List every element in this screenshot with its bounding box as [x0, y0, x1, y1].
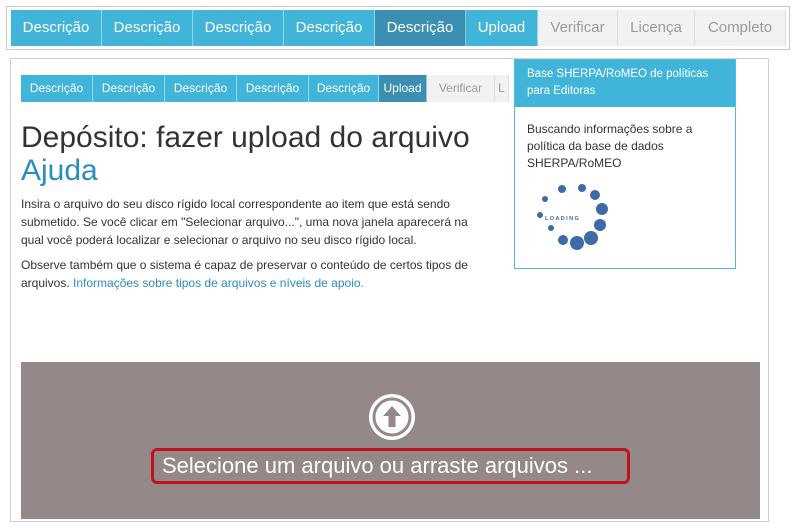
file-dropzone[interactable]: Selecione um arquivo ou arraste arquivos…: [21, 362, 760, 519]
file-types-paragraph: Observe também que o sistema é capaz de …: [21, 256, 481, 292]
select-file-button[interactable]: Selecione um arquivo ou arraste arquivos…: [151, 448, 630, 484]
top-step-4[interactable]: Descrição: [284, 10, 375, 46]
spinner-dot: [578, 184, 586, 192]
inner-step-8: L: [495, 75, 509, 102]
sherpa-header: Base SHERPA/RoMEO de políticas para Edit…: [515, 60, 735, 107]
spinner-dot: [590, 190, 600, 200]
spinner-dot: [584, 231, 598, 245]
spinner-dot: [548, 225, 554, 231]
top-step-7: Verificar: [538, 10, 618, 46]
spinner-dot: [558, 235, 568, 245]
inner-step-2[interactable]: Descrição: [93, 75, 165, 102]
top-step-3[interactable]: Descrição: [193, 10, 284, 46]
spinner-dot: [558, 185, 566, 193]
inner-step-6[interactable]: Upload: [379, 75, 427, 102]
upload-arrow-icon[interactable]: [369, 394, 415, 440]
top-step-5[interactable]: Descrição: [375, 10, 466, 46]
inner-step-5[interactable]: Descrição: [309, 75, 379, 102]
inner-step-7: Verificar: [427, 75, 495, 102]
top-step-8: Licença: [618, 10, 695, 46]
submission-panel: Descrição Descrição Descrição Descrição Desc…: [10, 58, 769, 522]
sherpa-romeo-box: Base SHERPA/RoMEO de políticas para Edit…: [514, 59, 736, 269]
spinner-dot: [542, 196, 548, 202]
spinner-dot: [596, 203, 608, 215]
sherpa-body: Buscando informações sobre a política da…: [527, 122, 693, 170]
spinner-dot: [570, 236, 584, 250]
spinner-dot: [594, 219, 606, 231]
wizard-progress-bar: Descrição Descrição Descrição Descrição Desc…: [6, 6, 790, 50]
top-step-6[interactable]: Upload: [466, 10, 538, 46]
inner-wizard-steps: Descrição Descrição Descrição Descrição Desc…: [21, 75, 509, 102]
inner-step-4[interactable]: Descrição: [237, 75, 309, 102]
inner-step-1[interactable]: Descrição: [21, 75, 93, 102]
inner-step-3[interactable]: Descrição: [165, 75, 237, 102]
top-step-2[interactable]: Descrição: [102, 10, 193, 46]
instructions-paragraph: Insira o arquivo do seu disco rígido loc…: [21, 197, 468, 247]
top-step-9: Completo: [695, 10, 786, 46]
page-title: Depósito: fazer upload do arquivo: [21, 121, 470, 154]
wizard-steps: Descrição Descrição Descrição Descrição Desc…: [11, 10, 786, 46]
spinner-dot: [537, 212, 543, 218]
loading-label: LOADING: [545, 216, 581, 222]
loading-spinner-icon: LOADING: [527, 178, 608, 258]
help-link[interactable]: Ajuda: [21, 154, 98, 187]
file-types-link[interactable]: Informações sobre tipos de arquivos e ní…: [73, 276, 364, 290]
top-step-1[interactable]: Descrição: [11, 10, 102, 46]
